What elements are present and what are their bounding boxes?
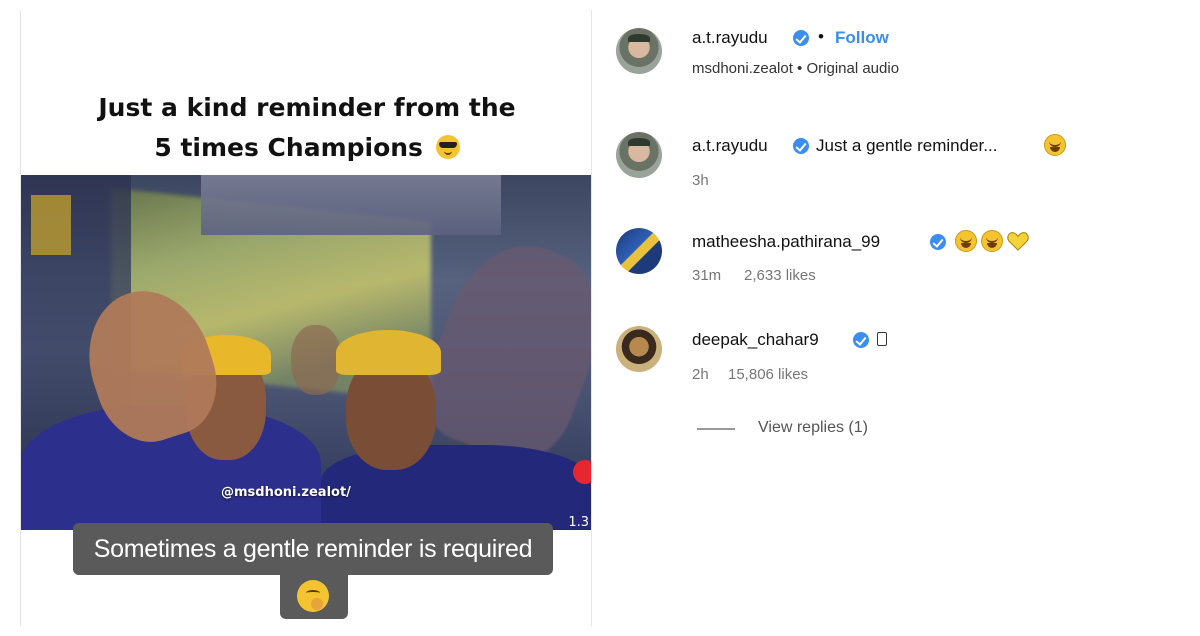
- comment-username[interactable]: deepak_chahar9: [692, 330, 819, 350]
- yellow-heart-icon: [1007, 231, 1029, 251]
- author-username[interactable]: a.t.rayudu: [692, 28, 768, 48]
- verified-badge-icon: [930, 234, 946, 250]
- unknown-glyph-icon: [877, 332, 887, 346]
- post-media-panel: Just a kind reminder from the 5 times Ch…: [20, 10, 592, 626]
- like-heart-icon[interactable]: [573, 460, 591, 484]
- bus-sign: [31, 195, 71, 255]
- player-cap-right: [336, 330, 441, 375]
- like-count: 1.3: [568, 515, 589, 530]
- audio-attribution[interactable]: msdhoni.zealot • Original audio: [692, 60, 899, 77]
- post-headline: Just a kind reminder from the 5 times Ch…: [21, 88, 591, 168]
- bus-ceiling: [201, 175, 501, 235]
- verified-badge-icon: [793, 138, 809, 154]
- player-background: [291, 325, 341, 395]
- comment-username[interactable]: matheesha.pathirana_99: [692, 232, 880, 252]
- comment-text: Just a gentle reminder...: [816, 136, 998, 155]
- comment-avatar-chahar[interactable]: [616, 326, 662, 372]
- comments-panel: a.t.rayudu • Follow msdhoni.zealot • Ori…: [600, 10, 1200, 630]
- comment-time: 2h: [692, 366, 709, 383]
- comment-likes[interactable]: 2,633 likes: [744, 267, 816, 284]
- author-avatar[interactable]: [616, 28, 662, 74]
- headline-line-2-text: 5 times Champions: [154, 133, 423, 162]
- video-caption: Sometimes a gentle reminder is required: [93, 535, 533, 563]
- headline-line-2: 5 times Champions: [21, 128, 591, 168]
- comment-time: 31m: [692, 267, 722, 284]
- comment-avatar-rayudu[interactable]: [616, 132, 662, 178]
- verified-badge-icon: [853, 332, 869, 348]
- comment-likes[interactable]: 15,806 likes: [728, 366, 808, 383]
- laughing-tears-face-icon: [981, 230, 1003, 252]
- comment-time: 3h: [692, 172, 709, 189]
- replies-divider: [697, 428, 735, 430]
- view-replies-button[interactable]: View replies (1): [758, 419, 868, 437]
- headline-line-1: Just a kind reminder from the: [98, 93, 516, 122]
- sunglasses-face-icon: [435, 135, 460, 159]
- video-frame[interactable]: 1.3: [21, 175, 591, 530]
- comment-username[interactable]: a.t.rayudu: [692, 136, 768, 156]
- header-separator: •: [818, 27, 824, 46]
- follow-button[interactable]: Follow: [835, 28, 889, 48]
- shushing-face-icon: [297, 580, 329, 612]
- video-watermark: @msdhoni.zealot/: [221, 485, 351, 500]
- laughing-tears-face-icon: [1044, 134, 1066, 156]
- laughing-tears-face-icon: [955, 230, 977, 252]
- verified-badge-icon: [793, 30, 809, 46]
- comment-avatar-pathirana[interactable]: [616, 228, 662, 274]
